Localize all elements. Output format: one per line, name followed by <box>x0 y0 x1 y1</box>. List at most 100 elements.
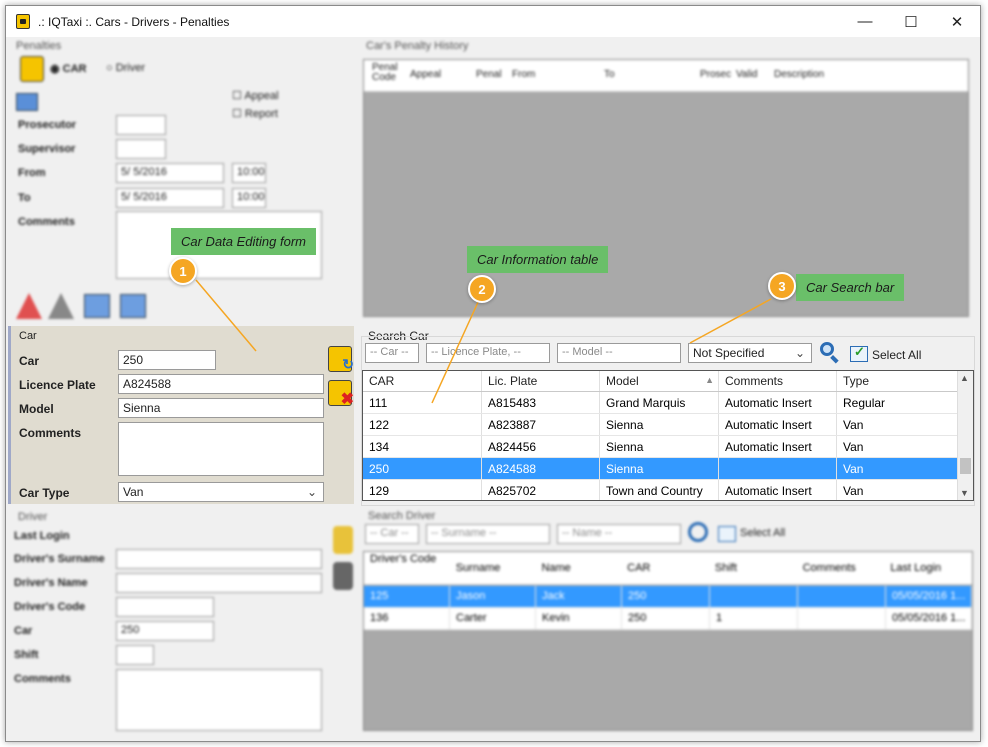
chevron-down-icon: ⌄ <box>306 485 317 499</box>
car-table-row[interactable]: 129 A825702 Town and Country Automatic Inse… <box>363 480 959 500</box>
car-comments-field[interactable] <box>118 422 324 476</box>
search-model-field[interactable]: -- Model -- <box>557 343 681 363</box>
licence-plate-label: Licence Plate <box>19 378 96 392</box>
supervisor-label: Supervisor <box>18 143 76 155</box>
sort-up-icon: ▲ <box>705 375 714 385</box>
model-field[interactable]: Sienna <box>118 398 324 418</box>
history-col-to: To <box>604 69 615 80</box>
search-driver-car-field[interactable]: -- Car -- <box>365 524 419 544</box>
title-bar: .: IQTaxi :. Cars - Drivers - Penalties … <box>6 6 980 37</box>
to-time-field[interactable]: 10:00 <box>232 188 266 208</box>
car-table-cell: A815483 <box>482 392 600 413</box>
driver-table-cell <box>710 586 798 607</box>
driver-table-cell <box>798 586 886 607</box>
car-edit-form: Car Car 250 Licence Plate A824588 Model … <box>8 326 354 504</box>
add-penalty-icon[interactable] <box>16 293 42 319</box>
licence-plate-field[interactable]: A824588 <box>118 374 324 394</box>
car-table-row[interactable]: 250 A824588 Sienna Van <box>363 458 959 480</box>
driver-name-label: Driver's Name <box>14 577 88 589</box>
report-checkbox[interactable]: ☐ Report <box>232 107 278 120</box>
penalties-group-label: Penalties <box>16 40 62 52</box>
from-date-field[interactable]: 5/ 5/2016 <box>116 163 224 183</box>
car-info-table[interactable]: CAR Lic. Plate Model ▲ Comments Type 111 A… <box>362 370 974 501</box>
car-type-select[interactable]: Van ⌄ <box>118 482 324 502</box>
driver-surname-field[interactable] <box>116 549 322 569</box>
callout-badge-1: 1 <box>169 257 197 285</box>
driver-name-field[interactable] <box>116 573 322 593</box>
driver-car-field[interactable]: 250 <box>116 621 214 641</box>
car-table-row[interactable]: 134 A824456 Sienna Automatic Insert Van <box>363 436 959 458</box>
car-type-label: Car Type <box>19 486 70 500</box>
save-car-icon[interactable]: ↻ <box>328 346 354 372</box>
window-title: .: IQTaxi :. Cars - Drivers - Penalties <box>38 14 230 29</box>
edit-penalty-icon[interactable] <box>48 293 74 319</box>
appeal-checkbox[interactable]: ☐ Appeal <box>232 89 279 102</box>
shift-field[interactable] <box>116 645 154 665</box>
col-model[interactable]: Model ▲ <box>600 371 719 391</box>
main-window: .: IQTaxi :. Cars - Drivers - Penalties … <box>5 5 981 742</box>
to-date-field[interactable]: 5/ 5/2016 <box>116 188 224 208</box>
driver-comments-label: Comments <box>14 673 71 685</box>
col-car[interactable]: CAR <box>363 371 482 391</box>
maximize-button[interactable]: ☐ <box>888 6 934 37</box>
delete-driver-icon[interactable] <box>333 562 353 590</box>
driver-col-last-login[interactable]: Last Login <box>884 552 972 584</box>
driver-surname-label: Driver's Surname <box>14 553 105 565</box>
driver-table-cell <box>798 608 886 629</box>
car-penalty-icon[interactable] <box>20 56 44 82</box>
driver-col-comments[interactable]: Comments <box>797 552 885 584</box>
select-all-icon[interactable]: ✓ <box>850 344 868 362</box>
select-all-button[interactable]: Select All <box>872 348 921 362</box>
select-all-drivers-icon[interactable] <box>718 526 736 542</box>
col-lic-plate[interactable]: Lic. Plate <box>482 371 600 391</box>
car-type-filter-select[interactable]: Not Specified ⌄ <box>688 343 812 363</box>
scroll-thumb[interactable] <box>960 458 971 474</box>
from-time-field[interactable]: 10:00 <box>232 163 266 183</box>
driver-col-shift[interactable]: Shift <box>709 552 797 584</box>
search-driver-icon[interactable] <box>688 522 708 542</box>
car-table-row[interactable]: 122 A823887 Sienna Automatic Insert Van <box>363 414 959 436</box>
driver-table-row[interactable]: 125 Jason Jack 250 05/05/2016 1... <box>364 586 972 608</box>
search-driver-name-field[interactable]: -- Name -- <box>557 524 681 544</box>
car-table-cell: Van <box>837 414 959 435</box>
radio-driver[interactable]: ○ Driver <box>106 62 145 74</box>
scroll-up-icon[interactable]: ▲ <box>960 373 969 383</box>
col-comments[interactable]: Comments <box>719 371 837 391</box>
search-plate-field[interactable]: -- Licence Plate, -- <box>426 343 550 363</box>
driver-table-cell: 125 <box>364 586 450 607</box>
car-number-field[interactable]: 250 <box>118 350 216 370</box>
col-type[interactable]: Type <box>837 371 959 391</box>
close-button[interactable]: ✕ <box>934 6 980 37</box>
radio-car[interactable]: ◉ CAR <box>50 62 87 75</box>
car-table-cell: Grand Marquis <box>600 392 719 413</box>
driver-table-cell: Jason <box>450 586 536 607</box>
prosecutor-field[interactable] <box>116 115 166 135</box>
callout-badge-2: 2 <box>468 275 496 303</box>
car-table-cell: Sienna <box>600 436 719 457</box>
save-penalty-icon[interactable] <box>84 294 110 318</box>
select-all-drivers-button[interactable]: Select All <box>740 527 785 539</box>
save-driver-icon[interactable] <box>333 526 353 554</box>
minimize-button[interactable]: — <box>842 6 888 37</box>
scroll-down-icon[interactable]: ▼ <box>960 488 969 498</box>
driver-table-cell: 250 <box>622 608 710 629</box>
driver-col-surname[interactable]: Surname <box>450 552 536 584</box>
search-driver-surname-field[interactable]: -- Surname -- <box>426 524 550 544</box>
delete-penalty-icon[interactable] <box>120 294 146 318</box>
car-table-cell: Automatic Insert <box>719 392 837 413</box>
driver-col-code[interactable]: Driver's Code <box>364 552 450 584</box>
driver-col-name[interactable]: Name <box>535 552 621 584</box>
delete-car-icon[interactable]: ✖ <box>328 380 354 408</box>
driver-comments-field[interactable] <box>116 669 322 731</box>
supervisor-field[interactable] <box>116 139 166 159</box>
driver-table-row[interactable]: 136 Carter Kevin 250 1 05/05/2016 1... <box>364 608 972 630</box>
search-icon[interactable] <box>819 341 841 364</box>
driver-col-car[interactable]: CAR <box>621 552 709 584</box>
search-car-field[interactable]: -- Car -- <box>365 343 419 363</box>
driver-table[interactable]: Driver's Code Surname Name CAR Shift Com… <box>363 551 973 731</box>
driver-table-cell: 136 <box>364 608 450 629</box>
calendar-icon[interactable] <box>16 93 38 111</box>
car-table-row[interactable]: 111 A815483 Grand Marquis Automatic Insert R… <box>363 392 959 414</box>
table-scrollbar[interactable]: ▲ ▼ <box>957 371 973 500</box>
driver-code-field[interactable] <box>116 597 214 617</box>
